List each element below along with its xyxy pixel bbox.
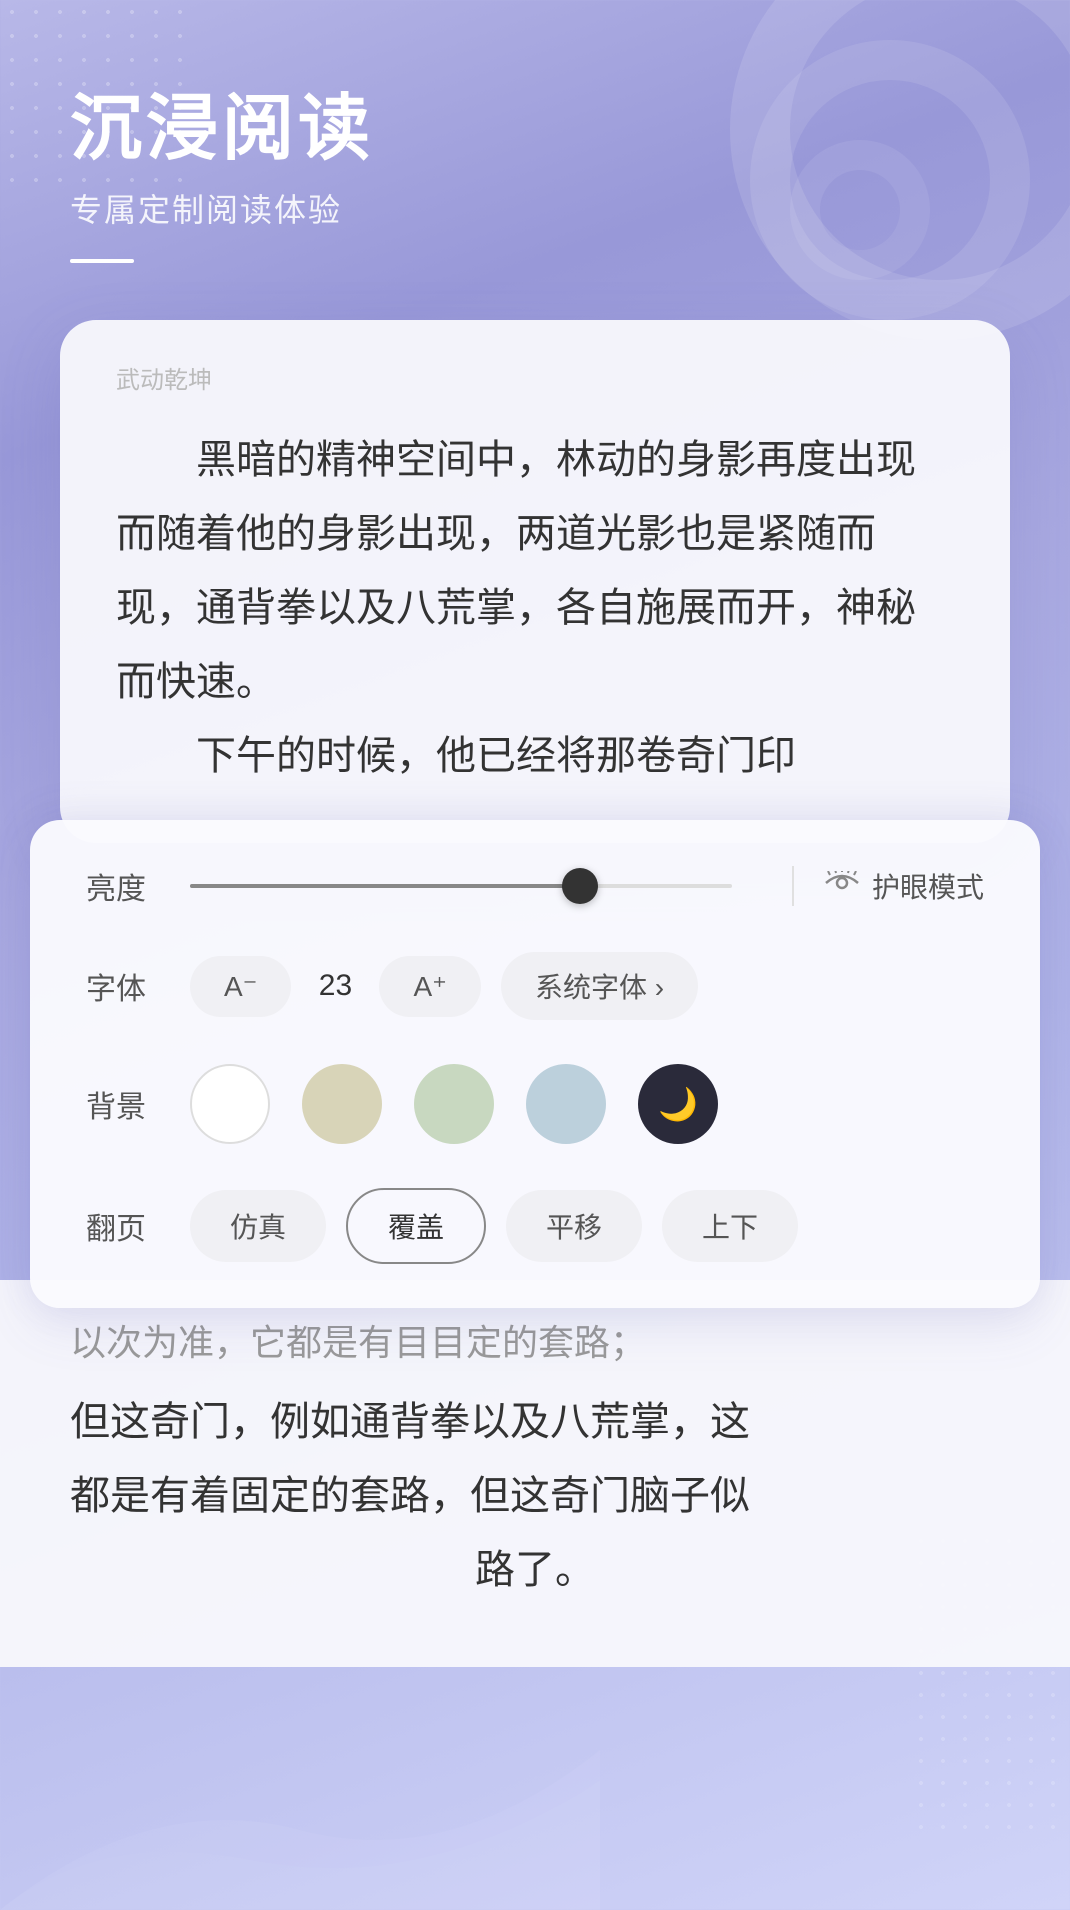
background-row: 背景 🌙 xyxy=(86,1064,984,1144)
bottom-reading-card: 以次为准，它都是有目目定的套路； 但这奇门，例如通背拳以及八荒掌，这 都是有着固… xyxy=(0,1280,1070,1667)
bg-option-beige[interactable] xyxy=(302,1064,382,1144)
reading-text: 黑暗的精神空间中，林动的身影再度出现而随着他的身影出现，两道光影也是紧随而现，通… xyxy=(116,423,954,793)
page-row: 翻页 仿真 覆盖 平移 上下 xyxy=(86,1188,984,1264)
reading-paragraph-2: 下午的时候，他已经将那卷奇门印 xyxy=(116,719,954,793)
bg-option-dark[interactable]: 🌙 xyxy=(638,1064,718,1144)
background-label: 背景 xyxy=(86,1082,166,1126)
brightness-slider-wrapper xyxy=(190,884,732,888)
reading-paragraph-1: 黑暗的精神空间中，林动的身影再度出现而随着他的身影出现，两道光影也是紧随而现，通… xyxy=(116,423,954,719)
bottom-line-1: 但这奇门，例如通背拳以及八荒掌，这 xyxy=(70,1385,1000,1459)
eye-mode[interactable]: 护眼模式 xyxy=(824,866,984,906)
bg-circle-3 xyxy=(790,140,930,280)
moon-icon: 🌙 xyxy=(658,1085,698,1123)
brightness-content: 护眼模式 xyxy=(190,866,984,906)
font-type-button[interactable]: 系统字体 › xyxy=(501,952,698,1020)
book-title: 武动乾坤 xyxy=(116,360,954,395)
bg-option-blue[interactable] xyxy=(526,1064,606,1144)
bottom-reading-text: 以次为准，它都是有目目定的套路； 但这奇门，例如通背拳以及八荒掌，这 都是有着固… xyxy=(70,1310,1000,1607)
settings-panel: 亮度 xyxy=(30,820,1040,1308)
slider-thumb[interactable] xyxy=(562,868,598,904)
page-btn-cover[interactable]: 覆盖 xyxy=(346,1188,486,1264)
eye-icon xyxy=(824,871,860,902)
background-content: 🌙 xyxy=(190,1064,984,1144)
page-btn-slide[interactable]: 平移 xyxy=(506,1190,642,1262)
app-title: 沉浸阅读 xyxy=(70,90,374,169)
slider-fill xyxy=(190,884,580,888)
font-size-display: 23 xyxy=(311,969,359,1003)
bg-option-white[interactable] xyxy=(190,1064,270,1144)
header: 沉浸阅读 专属定制阅读体验 xyxy=(70,90,374,263)
page-btn-simulated[interactable]: 仿真 xyxy=(190,1190,326,1262)
font-row: 字体 A⁻ 23 A⁺ 系统字体 › xyxy=(86,952,984,1020)
page-content: 仿真 覆盖 平移 上下 xyxy=(190,1188,984,1264)
brightness-label: 亮度 xyxy=(86,864,166,908)
eye-mode-label: 护眼模式 xyxy=(872,866,984,906)
brightness-divider xyxy=(792,866,794,906)
font-controls: A⁻ 23 A⁺ 系统字体 › xyxy=(190,952,984,1020)
header-divider xyxy=(70,259,134,263)
bottom-line-2: 都是有着固定的套路，但这奇门脑子似 xyxy=(70,1459,1000,1533)
font-decrease-button[interactable]: A⁻ xyxy=(190,956,291,1017)
font-label: 字体 xyxy=(86,964,166,1008)
page-label: 翻页 xyxy=(86,1204,166,1248)
font-increase-button[interactable]: A⁺ xyxy=(379,956,480,1017)
background-options: 🌙 xyxy=(190,1064,718,1144)
bottom-line-3: 路了。 xyxy=(70,1533,1000,1607)
app-subtitle: 专属定制阅读体验 xyxy=(70,185,374,231)
bg-option-green[interactable] xyxy=(414,1064,494,1144)
reading-card: 武动乾坤 黑暗的精神空间中，林动的身影再度出现而随着他的身影出现，两道光影也是紧… xyxy=(60,320,1010,843)
page-btn-scroll[interactable]: 上下 xyxy=(662,1190,798,1262)
brightness-row: 亮度 xyxy=(86,864,984,908)
blurred-text-line: 以次为准，它都是有目目定的套路； xyxy=(70,1310,1000,1377)
slider-track[interactable] xyxy=(190,884,732,888)
page-options: 仿真 覆盖 平移 上下 xyxy=(190,1188,798,1264)
